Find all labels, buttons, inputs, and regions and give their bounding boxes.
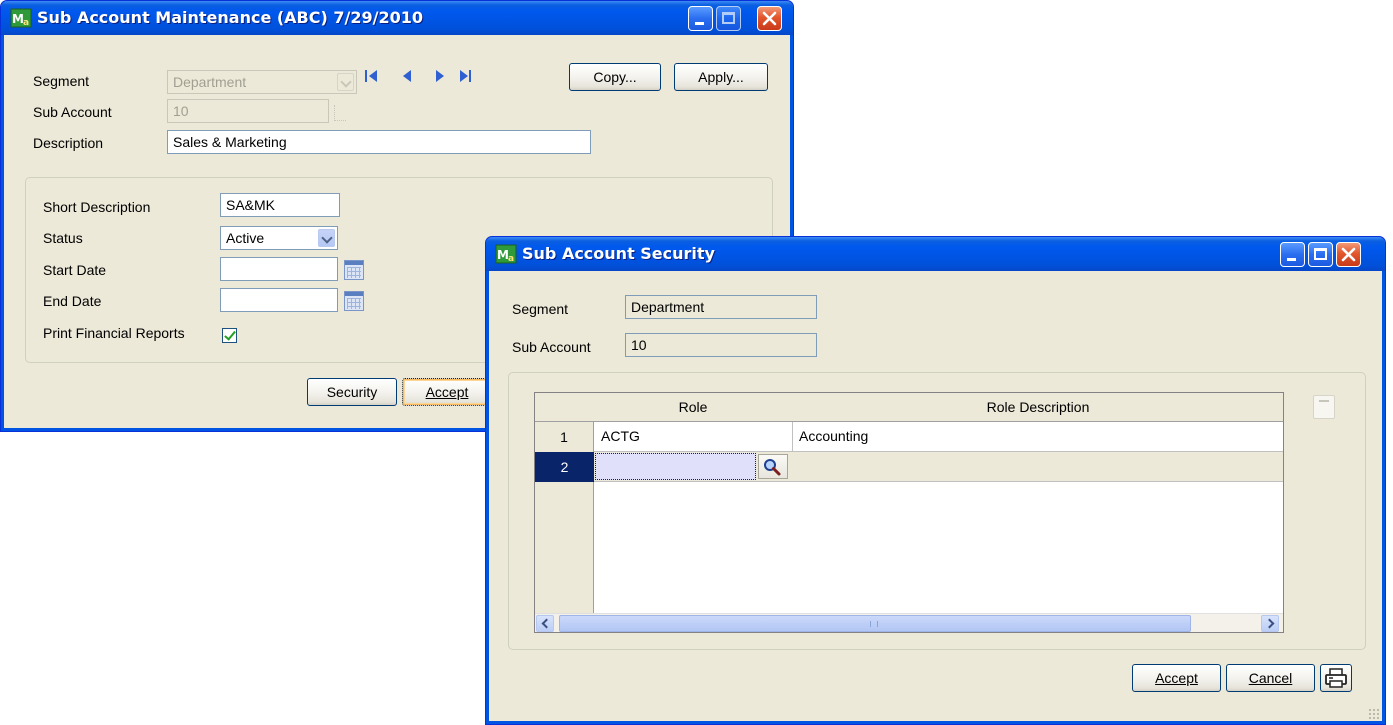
print-financial-reports-checkbox[interactable] bbox=[222, 328, 237, 343]
minimize-icon[interactable] bbox=[1280, 242, 1305, 267]
close-icon[interactable] bbox=[1336, 242, 1361, 267]
segment-combo: Department bbox=[167, 70, 357, 94]
row-number: 1 bbox=[535, 422, 594, 452]
apply-button[interactable]: Apply... bbox=[674, 63, 768, 91]
printer-icon[interactable] bbox=[1320, 664, 1352, 692]
sub-account-security-window: M a Sub Account Security Segment Departm… bbox=[485, 236, 1386, 725]
minimize-icon[interactable] bbox=[688, 6, 713, 31]
lookup-icon[interactable] bbox=[758, 454, 788, 479]
horizontal-scrollbar[interactable] bbox=[535, 613, 1283, 632]
segment-value: Department bbox=[173, 74, 247, 90]
status-select[interactable]: Active bbox=[220, 226, 338, 250]
close-icon[interactable] bbox=[757, 6, 782, 31]
description-field[interactable]: Sales & Marketing bbox=[167, 130, 591, 154]
accept-button[interactable]: Accept bbox=[402, 378, 492, 406]
maximize-icon[interactable] bbox=[716, 6, 741, 31]
app-icon: M a bbox=[495, 244, 517, 264]
role-cell[interactable]: ACTG bbox=[595, 422, 792, 451]
segment-label: Segment bbox=[512, 301, 569, 317]
svg-text:a: a bbox=[508, 254, 514, 264]
next-record-icon[interactable] bbox=[434, 69, 448, 83]
first-record-icon[interactable] bbox=[365, 69, 379, 83]
calendar-icon[interactable] bbox=[344, 291, 364, 311]
maximize-icon[interactable] bbox=[1308, 242, 1333, 267]
corner-header bbox=[535, 393, 595, 422]
short-description-field[interactable]: SA&MK bbox=[220, 193, 340, 217]
table-row[interactable]: 1 ACTG Accounting bbox=[535, 422, 1283, 452]
description-label: Description bbox=[33, 135, 104, 151]
segment-label: Segment bbox=[33, 73, 90, 89]
scroll-right-icon[interactable] bbox=[1261, 615, 1279, 632]
grid-options-button[interactable] bbox=[1313, 395, 1335, 419]
table-row[interactable]: 2 bbox=[535, 452, 1283, 482]
title-bar[interactable]: M a Sub Account Maintenance (ABC) 7/29/2… bbox=[1, 1, 793, 35]
svg-text:a: a bbox=[23, 18, 29, 28]
roles-grid[interactable]: Role Role Description 1 ACTG Accounting … bbox=[534, 392, 1284, 633]
lookup-icon bbox=[334, 105, 346, 121]
app-icon: M a bbox=[10, 8, 32, 28]
security-button[interactable]: Security bbox=[307, 378, 397, 406]
scroll-left-icon[interactable] bbox=[536, 615, 554, 632]
window-title: Sub Account Security bbox=[522, 244, 715, 263]
sub-account-field: 10 bbox=[625, 333, 817, 357]
end-date-field[interactable] bbox=[220, 288, 338, 312]
chevron-down-icon bbox=[337, 73, 354, 91]
end-date-label: End Date bbox=[43, 293, 102, 309]
sub-account-label: Sub Account bbox=[512, 339, 591, 355]
cancel-button[interactable]: Cancel bbox=[1226, 664, 1315, 692]
sub-account-field: 10 bbox=[167, 99, 329, 123]
copy-button[interactable]: Copy... bbox=[569, 63, 661, 91]
last-record-icon[interactable] bbox=[460, 69, 474, 83]
role-description-cell[interactable]: Accounting bbox=[792, 422, 1283, 451]
scrollbar-thumb[interactable] bbox=[559, 615, 1191, 632]
print-financial-reports-label: Print Financial Reports bbox=[43, 325, 185, 341]
column-header-role[interactable]: Role bbox=[594, 393, 793, 422]
accept-button[interactable]: Accept bbox=[1132, 664, 1221, 692]
role-cell-editor[interactable] bbox=[595, 453, 756, 480]
start-date-field[interactable] bbox=[220, 257, 338, 281]
title-bar[interactable]: M a Sub Account Security bbox=[486, 237, 1385, 271]
resize-grip-icon[interactable] bbox=[1368, 708, 1380, 720]
sub-account-label: Sub Account bbox=[33, 104, 112, 120]
row-number: 2 bbox=[535, 452, 594, 482]
segment-field: Department bbox=[625, 295, 817, 319]
calendar-icon[interactable] bbox=[344, 260, 364, 280]
short-description-label: Short Description bbox=[43, 199, 151, 215]
start-date-label: Start Date bbox=[43, 262, 107, 278]
window-title: Sub Account Maintenance (ABC) 7/29/2010 bbox=[37, 8, 423, 27]
chevron-down-icon[interactable] bbox=[318, 229, 335, 247]
column-header-role-description[interactable]: Role Description bbox=[792, 393, 1283, 422]
previous-record-icon[interactable] bbox=[401, 69, 415, 83]
status-label: Status bbox=[43, 230, 83, 246]
